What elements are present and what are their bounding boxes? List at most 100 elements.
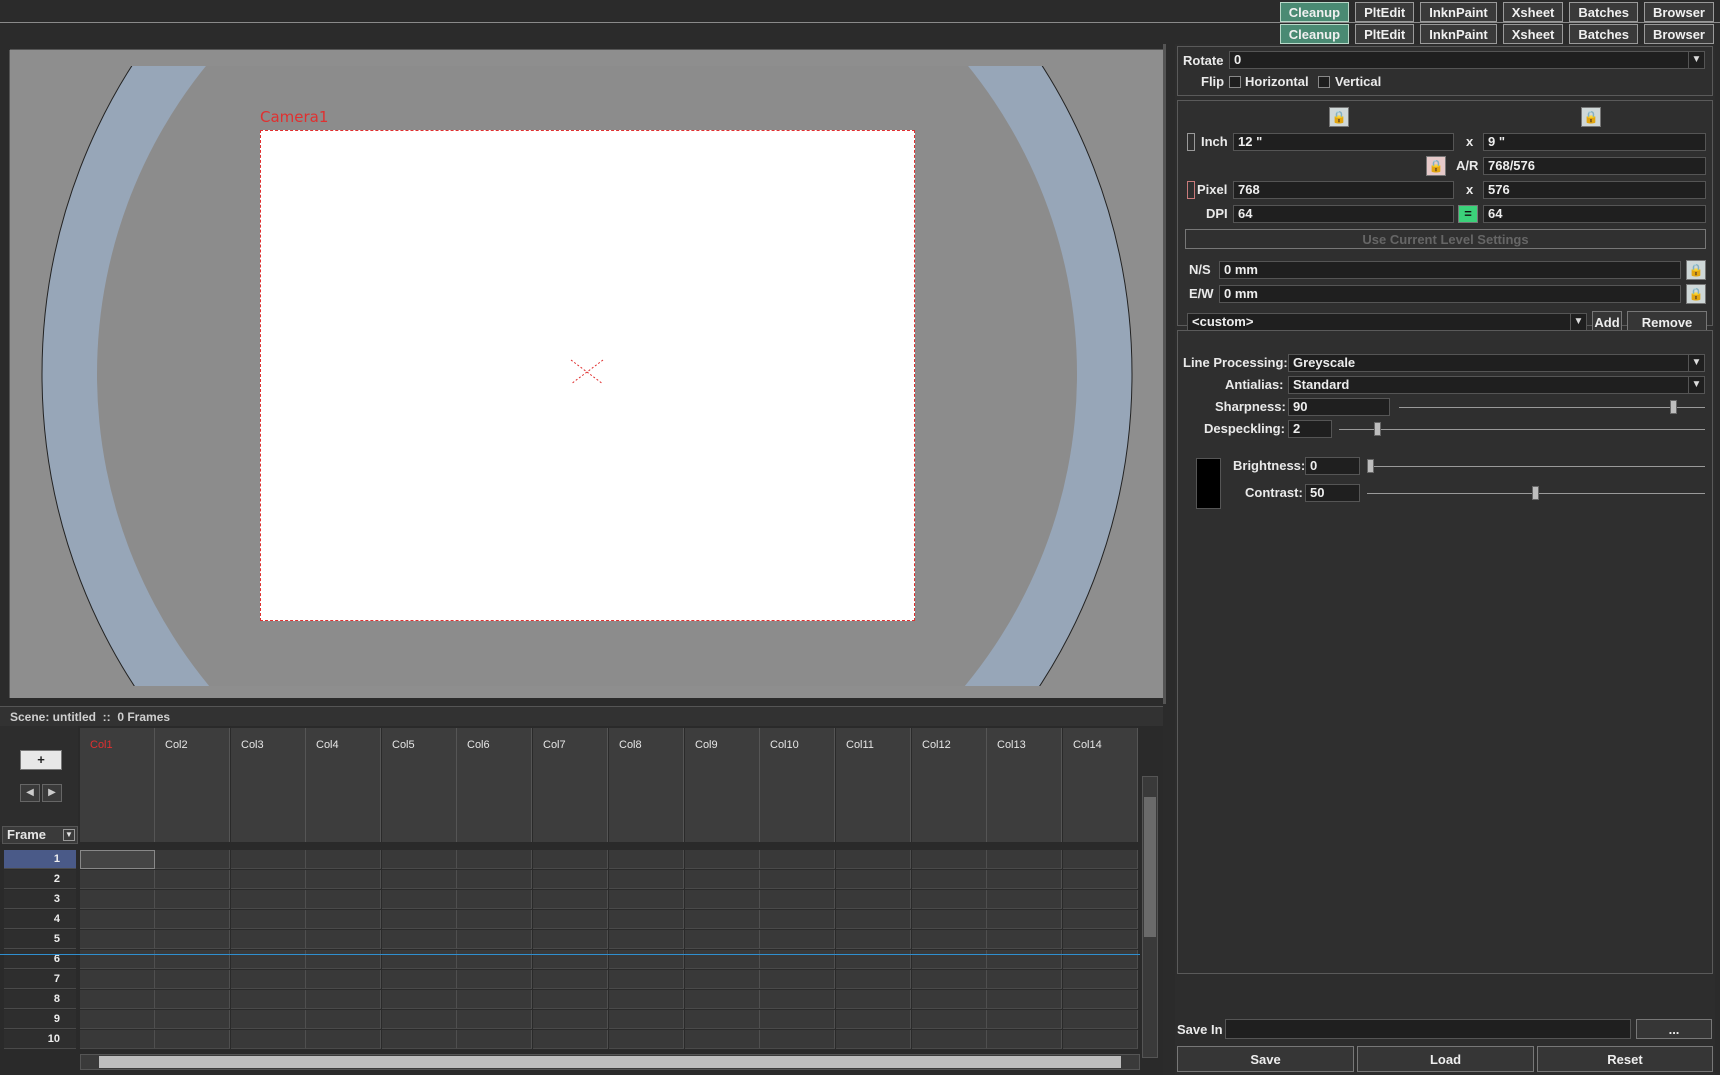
xsheet-cell[interactable] [1063, 930, 1138, 949]
xsheet-cell[interactable] [836, 890, 911, 909]
room-tab-browser[interactable]: Browser [1643, 24, 1714, 44]
xsheet-cell[interactable] [231, 910, 306, 929]
room-tab-inknpaint[interactable]: InknPaint [1420, 24, 1497, 44]
xsheet-cell[interactable] [533, 870, 608, 889]
xsheet-cell[interactable] [382, 850, 457, 869]
room-tab-inknpaint[interactable]: InknPaint [1420, 2, 1497, 22]
xsheet-cell[interactable] [382, 1030, 457, 1049]
xsheet-cell[interactable] [231, 970, 306, 989]
xsheet-horizontal-scrollbar[interactable] [80, 1054, 1140, 1070]
xsheet-cell[interactable] [80, 930, 155, 949]
frame-number[interactable]: 2 [4, 870, 76, 889]
xsheet-cell[interactable] [836, 910, 911, 929]
sharpness-slider-thumb[interactable] [1670, 400, 1677, 414]
inch-height-field[interactable]: 9 " [1483, 133, 1706, 151]
xsheet-cell[interactable] [685, 850, 760, 869]
room-tab-batches[interactable]: Batches [1569, 24, 1638, 44]
xsheet-cell[interactable] [987, 930, 1062, 949]
xsheet-cell[interactable] [836, 990, 911, 1009]
xsheet-cell[interactable] [760, 1010, 835, 1029]
xsheet-cell[interactable] [987, 870, 1062, 889]
xsheet-cell[interactable] [382, 990, 457, 1009]
xsheet-cell[interactable] [457, 950, 532, 969]
xsheet-cell[interactable] [912, 850, 987, 869]
xsheet-cell[interactable] [306, 950, 381, 969]
xsheet-cell[interactable] [382, 1010, 457, 1029]
xsheet-cell[interactable] [912, 990, 987, 1009]
xsheet-cell[interactable] [80, 950, 155, 969]
cleanup-viewer[interactable]: Camera1 [10, 50, 1163, 698]
reset-button[interactable]: Reset [1537, 1046, 1713, 1072]
xsheet-cell[interactable] [685, 890, 760, 909]
xsheet-cell[interactable] [836, 930, 911, 949]
load-button[interactable]: Load [1357, 1046, 1534, 1072]
xsheet-cell[interactable] [609, 970, 684, 989]
xsheet-cell[interactable] [457, 970, 532, 989]
xsheet-cell[interactable] [685, 950, 760, 969]
xsheet-cell[interactable] [231, 930, 306, 949]
lock-ar-icon[interactable]: 🔒 [1426, 156, 1446, 176]
column-header-col5[interactable]: Col5 [382, 728, 457, 842]
prev-icon[interactable]: ◀ [20, 784, 40, 802]
xsheet-cell[interactable] [80, 1010, 155, 1029]
column-header-col11[interactable]: Col11 [836, 728, 911, 842]
brightness-slider[interactable] [1367, 466, 1705, 467]
save-button[interactable]: Save [1177, 1046, 1354, 1072]
xsheet-cell[interactable] [231, 1030, 306, 1049]
sharpness-slider[interactable] [1399, 407, 1705, 408]
contrast-field[interactable]: 50 [1305, 484, 1360, 502]
xsheet-cell[interactable] [231, 850, 306, 869]
dpi-x-field[interactable]: 64 [1233, 205, 1454, 223]
frame-number[interactable]: 3 [4, 890, 76, 909]
xsheet-cell[interactable] [533, 1030, 608, 1049]
color-swatch[interactable] [1196, 458, 1221, 509]
xsheet-cell[interactable] [80, 1030, 155, 1049]
brightness-field[interactable]: 0 [1305, 457, 1360, 475]
next-icon[interactable]: ▶ [42, 784, 62, 802]
xsheet-cell[interactable] [685, 870, 760, 889]
xsheet-cell[interactable] [760, 910, 835, 929]
scroll-thumb[interactable] [99, 1056, 1121, 1068]
column-header-col4[interactable]: Col4 [306, 728, 381, 842]
lock-ns-icon[interactable]: 🔒 [1686, 260, 1706, 280]
xsheet-cell[interactable] [760, 990, 835, 1009]
xsheet-cell[interactable] [306, 990, 381, 1009]
xsheet-cell[interactable] [912, 910, 987, 929]
despeckling-slider-thumb[interactable] [1374, 422, 1381, 436]
frame-number[interactable]: 4 [4, 910, 76, 929]
inch-prev-icon[interactable] [1187, 133, 1195, 151]
xsheet-cell[interactable] [231, 870, 306, 889]
xsheet-cell[interactable] [912, 930, 987, 949]
xsheet-cell[interactable] [1063, 870, 1138, 889]
frame-number[interactable]: 9 [4, 1010, 76, 1029]
inch-width-field[interactable]: 12 " [1233, 133, 1454, 151]
xsheet-cell[interactable] [760, 1030, 835, 1049]
xsheet-cell[interactable] [609, 1030, 684, 1049]
xsheet-cell[interactable] [457, 990, 532, 1009]
frame-number[interactable]: 5 [4, 930, 76, 949]
ar-field[interactable]: 768/576 [1483, 157, 1706, 175]
xsheet-cell[interactable] [987, 970, 1062, 989]
xsheet-cell[interactable] [80, 990, 155, 1009]
xsheet-cell[interactable] [760, 850, 835, 869]
save-in-field[interactable] [1225, 1019, 1631, 1039]
xsheet-cell[interactable] [1063, 890, 1138, 909]
room-tab-pltedit[interactable]: PltEdit [1355, 24, 1415, 44]
flip-horizontal-checkbox[interactable] [1229, 76, 1241, 88]
xsheet-cell[interactable] [231, 990, 306, 1009]
xsheet-cell[interactable] [1063, 990, 1138, 1009]
xsheet-cell[interactable] [987, 990, 1062, 1009]
xsheet-cell[interactable] [533, 950, 608, 969]
xsheet-cell[interactable] [231, 950, 306, 969]
lock-height-icon[interactable]: 🔒 [1581, 107, 1601, 127]
xsheet-cell[interactable] [80, 870, 155, 889]
flip-vertical-checkbox[interactable] [1318, 76, 1330, 88]
room-tab-batches[interactable]: Batches [1569, 2, 1638, 22]
xsheet-cell[interactable] [306, 910, 381, 929]
xsheet-cell[interactable] [382, 890, 457, 909]
lock-ew-icon[interactable]: 🔒 [1686, 284, 1706, 304]
xsheet-cell[interactable] [457, 1030, 532, 1049]
room-tab-browser[interactable]: Browser [1643, 2, 1714, 22]
xsheet-cell[interactable] [987, 850, 1062, 869]
frame-number[interactable]: 6 [4, 950, 76, 969]
